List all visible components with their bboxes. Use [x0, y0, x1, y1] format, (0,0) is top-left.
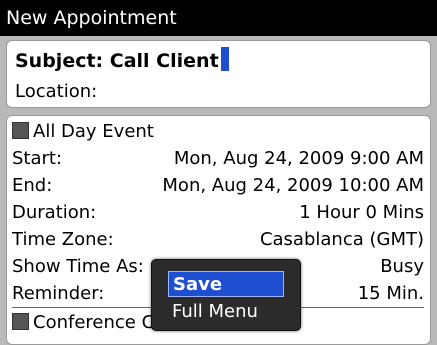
window-title: New Appointment [0, 0, 437, 36]
duration-row[interactable]: Duration: 1 Hour 0 Mins [12, 200, 424, 226]
location-label: Location: [15, 81, 98, 102]
subject-value[interactable]: Call Client [110, 50, 219, 72]
subject-label: Subject: [15, 50, 104, 72]
start-value[interactable]: Mon, Aug 24, 2009 9:00 AM [174, 146, 424, 172]
conference-checkbox[interactable] [12, 313, 29, 330]
menu-item-full-menu[interactable]: Full Menu [168, 299, 284, 325]
end-label: End: [12, 175, 53, 196]
timezone-row[interactable]: Time Zone: Casablanca (GMT) [12, 227, 424, 253]
timezone-value[interactable]: Casablanca (GMT) [260, 227, 424, 253]
end-value[interactable]: Mon, Aug 24, 2009 10:00 AM [162, 173, 424, 199]
reminder-label: Reminder: [12, 283, 105, 304]
end-row[interactable]: End: Mon, Aug 24, 2009 10:00 AM [12, 173, 424, 199]
duration-value[interactable]: 1 Hour 0 Mins [299, 200, 424, 226]
all-day-label: All Day Event [33, 121, 154, 142]
show-time-as-label: Show Time As: [12, 256, 144, 277]
menu-item-save[interactable]: Save [168, 271, 284, 297]
text-cursor [220, 47, 229, 71]
reminder-value[interactable]: 15 Min. [358, 281, 424, 307]
all-day-event-row[interactable]: All Day Event [12, 119, 424, 145]
timezone-label: Time Zone: [12, 229, 114, 250]
show-time-as-value[interactable]: Busy [380, 254, 424, 280]
subject-panel: Subject: Call Client Location: [6, 40, 431, 108]
subject-field[interactable]: Subject: Call Client [15, 47, 229, 73]
context-menu: Save Full Menu [151, 259, 301, 331]
start-label: Start: [12, 148, 63, 169]
location-field[interactable]: Location: [15, 79, 97, 105]
start-row[interactable]: Start: Mon, Aug 24, 2009 9:00 AM [12, 146, 424, 172]
all-day-checkbox[interactable] [12, 122, 29, 139]
duration-label: Duration: [12, 202, 97, 223]
